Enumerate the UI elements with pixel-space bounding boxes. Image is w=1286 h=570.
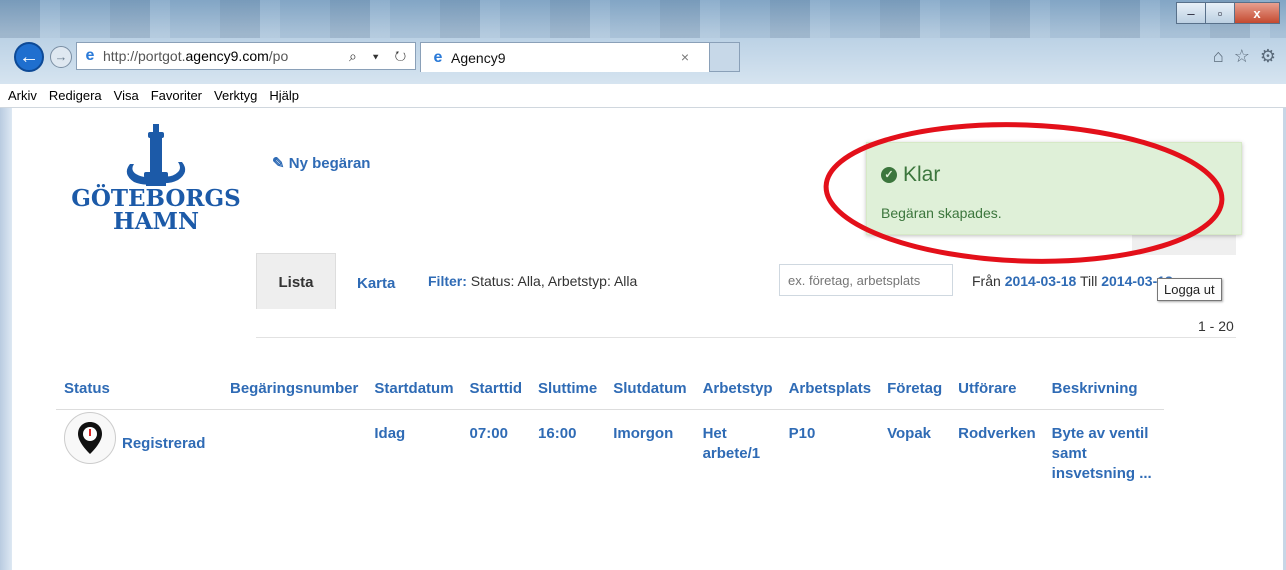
menu-arkiv[interactable]: Arkiv bbox=[8, 88, 37, 103]
address-tools[interactable]: ⌕ ▾ ↻ bbox=[349, 48, 412, 65]
address-url: http://portgot.agency9.com/po bbox=[103, 48, 289, 64]
header-executor[interactable]: Utförare bbox=[950, 372, 1044, 410]
divider bbox=[256, 337, 1236, 338]
from-date[interactable]: 2014-03-18 bbox=[1005, 273, 1077, 289]
header-status[interactable]: Status bbox=[56, 372, 222, 410]
toast-message: Begäran skapades. bbox=[881, 205, 1002, 221]
tab-ie-icon: e bbox=[433, 48, 443, 66]
new-request-link[interactable]: ✎ Ny begäran bbox=[272, 154, 370, 172]
cell-start-date[interactable]: Idag bbox=[366, 410, 461, 485]
success-toast: ✓ Klar Begäran skapades. bbox=[866, 142, 1242, 235]
result-range: 1 - 20 bbox=[1198, 318, 1234, 334]
tab-lista[interactable]: Lista bbox=[256, 253, 336, 309]
cell-executor[interactable]: Rodverken bbox=[950, 410, 1044, 485]
cell-work-type[interactable]: Het arbete/1 bbox=[695, 410, 781, 485]
minimize-button[interactable]: – bbox=[1176, 2, 1206, 24]
edit-icon: ✎ bbox=[272, 155, 285, 172]
header-work-place[interactable]: Arbetsplats bbox=[780, 372, 880, 410]
new-tab-button[interactable] bbox=[710, 42, 740, 72]
cell-number bbox=[222, 410, 366, 485]
window-controls: – ▫ x bbox=[1176, 2, 1280, 24]
logo-line-1: GÖTEBORGS bbox=[71, 185, 241, 212]
table-header-row: Status Begäringsnumber Startdatum Startt… bbox=[56, 372, 1164, 410]
forward-button[interactable]: → bbox=[50, 46, 72, 68]
to-label: Till bbox=[1079, 273, 1098, 289]
window-frame-left bbox=[0, 108, 12, 570]
header-start-date[interactable]: Startdatum bbox=[366, 372, 462, 410]
address-bar[interactable]: e http://portgot.agency9.com/po ⌕ ▾ ↻ bbox=[76, 42, 416, 70]
cell-work-place[interactable]: P10 bbox=[781, 410, 880, 485]
cell-end-time[interactable]: 16:00 bbox=[530, 410, 605, 485]
header-start-time[interactable]: Starttid bbox=[461, 372, 531, 410]
check-circle-icon: ✓ bbox=[881, 167, 897, 183]
header-description[interactable]: Beskrivning bbox=[1043, 372, 1164, 410]
cell-status[interactable]: Registrerad bbox=[56, 410, 222, 485]
filter-text: Status: Alla, Arbetstyp: Alla bbox=[470, 273, 638, 289]
cell-end-date[interactable]: Imorgon bbox=[605, 410, 694, 485]
menu-bar: Arkiv Redigera Visa Favoriter Verktyg Hj… bbox=[0, 84, 1286, 108]
filter-summary[interactable]: Filter: Status: Alla, Arbetstyp: Alla bbox=[428, 273, 637, 289]
header-end-date[interactable]: Slutdatum bbox=[605, 372, 695, 410]
logo-text: GÖTEBORGS HAMN bbox=[56, 187, 256, 233]
toolbar-icons: ⌂ ☆ ⚙ bbox=[1213, 46, 1276, 67]
maximize-button[interactable]: ▫ bbox=[1205, 2, 1235, 24]
cell-company[interactable]: Vopak bbox=[879, 410, 950, 485]
favorites-star-icon[interactable]: ☆ bbox=[1234, 46, 1250, 67]
browser-chrome: – ▫ x ← → e http://portgot.agency9.com/p… bbox=[0, 0, 1286, 84]
browser-tab[interactable]: e Agency9 × bbox=[420, 42, 710, 72]
toast-backdrop bbox=[1132, 235, 1236, 255]
header-number[interactable]: Begäringsnumber bbox=[222, 372, 367, 410]
menu-verktyg[interactable]: Verktyg bbox=[214, 88, 257, 103]
requests-table: Status Begäringsnumber Startdatum Startt… bbox=[56, 372, 1164, 484]
header-company[interactable]: Företag bbox=[879, 372, 951, 410]
menu-hjalp[interactable]: Hjälp bbox=[269, 88, 299, 103]
menu-redigera[interactable]: Redigera bbox=[49, 88, 102, 103]
header-end-time[interactable]: Sluttime bbox=[530, 372, 606, 410]
toast-title-text: Klar bbox=[903, 163, 941, 186]
cell-start-time[interactable]: 07:00 bbox=[462, 410, 531, 485]
tab-title: Agency9 bbox=[451, 49, 506, 66]
logo-line-2: HAMN bbox=[112, 208, 200, 235]
ie-icon: e bbox=[85, 47, 95, 64]
status-text[interactable]: Registrerad bbox=[122, 434, 205, 454]
date-range: Från 2014-03-18 Till 2014-03-18 bbox=[972, 273, 1173, 289]
filter-label[interactable]: Filter: bbox=[428, 273, 467, 289]
home-icon[interactable]: ⌂ bbox=[1213, 46, 1224, 67]
tab-karta[interactable]: Karta bbox=[357, 275, 395, 292]
background-window bbox=[0, 0, 1286, 38]
header-work-type[interactable]: Arbetstyp bbox=[694, 372, 781, 410]
map-pin-icon bbox=[64, 412, 116, 464]
table-row[interactable]: Registrerad Idag 07:00 16:00 Imorgon Het… bbox=[56, 410, 1164, 485]
cell-description[interactable]: Byte av ventil samt insvetsning ... bbox=[1044, 410, 1164, 485]
back-button[interactable]: ← bbox=[14, 42, 44, 72]
from-label: Från bbox=[972, 273, 1001, 289]
settings-gear-icon[interactable]: ⚙ bbox=[1260, 46, 1276, 67]
toast-title: ✓ Klar bbox=[881, 163, 940, 187]
close-window-button[interactable]: x bbox=[1234, 2, 1280, 24]
search-input[interactable] bbox=[779, 264, 953, 296]
logout-tooltip: Logga ut bbox=[1157, 278, 1222, 301]
tab-close-icon[interactable]: × bbox=[681, 49, 689, 65]
new-request-label: Ny begäran bbox=[288, 155, 371, 172]
menu-favoriter[interactable]: Favoriter bbox=[151, 88, 202, 103]
menu-visa[interactable]: Visa bbox=[114, 88, 139, 103]
